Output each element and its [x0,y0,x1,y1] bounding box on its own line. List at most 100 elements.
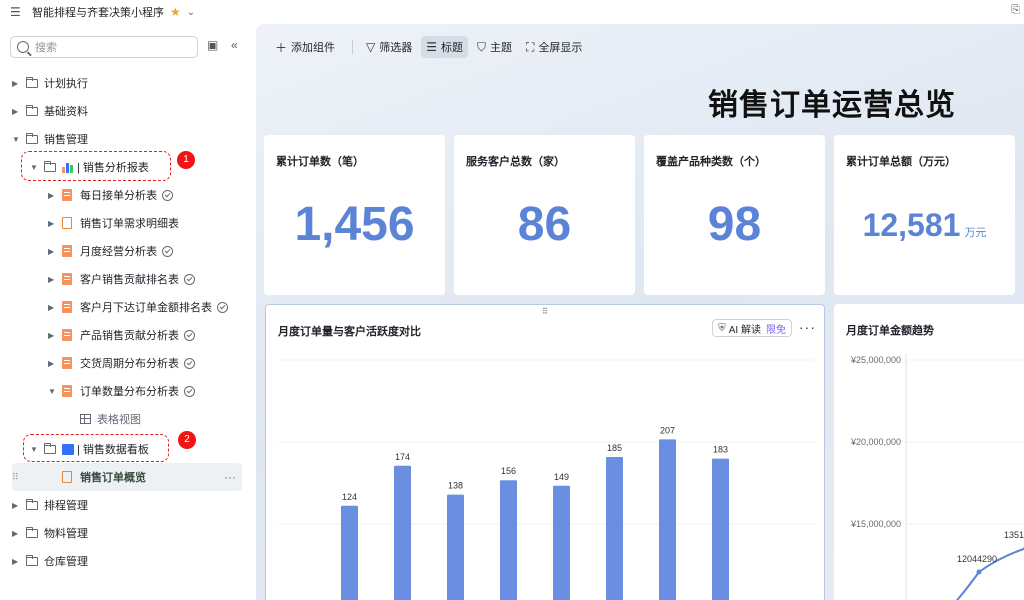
bar[interactable] [394,465,411,600]
expand-arrow-icon[interactable]: ▶ [12,529,26,538]
sync-icon [162,245,173,257]
drag-handle-icon[interactable]: ⠿ [12,472,62,483]
sidebar-item-daily[interactable]: ▶ 每日接单分析表 [48,181,173,209]
report-icon [62,385,72,397]
folder-icon [43,442,56,454]
sidebar-item-product[interactable]: ▶ 产品销售贡献分析表 [48,321,195,349]
sidebar: 搜索 ▣ « ▶ 计划执行 ▶ 基础资料 ▼ 销售管理 1 ▼ | 销售分析报表… [0,24,256,600]
bar[interactable] [553,485,570,600]
search-placeholder: 搜索 [35,42,57,54]
bar-value-label: 124 [342,492,357,502]
bar-value-label: 185 [607,443,622,453]
expand-arrow-icon[interactable]: ▶ [48,219,62,228]
chart-panel-monthly-orders[interactable]: ⠿ 月度订单量与客户活跃度对比 ⛨ AI 解读 限免 ··· 124 174 138 15… [265,304,825,600]
dashboard-title: 销售订单运营总览 [708,89,956,122]
fullscreen-button[interactable]: ⛶ 全屏显示 [521,36,587,58]
folder-icon [25,498,38,510]
point-label: 1351 [1004,530,1024,540]
sidebar-item-basic[interactable]: ▶ 基础资料 [12,97,88,125]
sidebar-item-label: 计划执行 [44,78,88,90]
sidebar-item-warehouse[interactable]: ▶ 仓库管理 [12,547,88,575]
expand-arrow-icon[interactable]: ▶ [12,501,26,510]
bar[interactable] [500,480,517,600]
folder-icon [25,132,38,144]
more-icon[interactable]: ··· [224,470,236,484]
dashboard-canvas: ＋添加组件 ▽ 筛选器 ☰ 标题 ⛉ 主题 ⛶ 全屏显示 销售订单运营总览 累计订单数（… [256,24,1024,600]
sidebar-item-label: 客户销售贡献排名表 [80,274,179,286]
sidebar-item-demand[interactable]: ▶ 销售订单需求明细表 [48,209,179,237]
sync-icon [217,301,228,313]
annotation-badge-1: 1 [177,151,195,169]
bar-chart: 124 174 138 156 149 185 207 183 [278,359,814,600]
kpi-card-products[interactable]: 覆盖产品种类数（个） 98 [644,135,825,295]
table-icon [80,414,91,424]
sidebar-item-customer-rank[interactable]: ▶ 客户销售贡献排名表 [48,265,195,293]
kpi-card-customers[interactable]: 服务客户总数（家） 86 [454,135,635,295]
sidebar-item-sales[interactable]: ▼ 销售管理 [12,125,88,153]
expand-arrow-icon[interactable]: ▶ [48,247,62,256]
clipboard-icon [62,471,72,483]
chevron-down-icon[interactable]: ⌄ [187,7,195,18]
kpi-card-orders[interactable]: 累计订单数（笔） 1,456 [264,135,445,295]
folder-icon [43,160,56,172]
report-icon [62,329,72,341]
fullscreen-label: 全屏显示 [538,42,583,54]
expand-arrow-icon[interactable]: ▶ [48,331,62,340]
collapse-arrow-icon[interactable]: ▼ [12,135,26,144]
sync-icon [162,189,173,201]
sidebar-item-schedule[interactable]: ▶ 排程管理 [12,491,88,519]
filter-button[interactable]: ▽ 筛选器 [361,36,417,58]
double-chevron-left-icon[interactable]: « [231,38,238,52]
expand-arrow-icon[interactable]: ▶ [48,359,62,368]
bar[interactable] [341,505,358,600]
collapse-arrow-icon[interactable]: ▼ [30,163,44,172]
sidebar-item-sales-overview[interactable]: ⠿ 销售订单概览 ··· [12,463,242,491]
bar[interactable] [447,494,464,600]
data-point[interactable] [976,569,982,575]
bar-value-label: 174 [395,452,410,462]
sync-icon [184,273,195,285]
bar[interactable] [606,457,623,600]
sidebar-item-monthly[interactable]: ▶ 月度经营分析表 [48,237,173,265]
sidebar-item-label: | 销售分析报表 [77,162,149,174]
report-icon [62,189,72,201]
sidebar-item-material[interactable]: ▶ 物料管理 [12,519,88,547]
sidebar-item-customer-amount[interactable]: ▶ 客户月下达订单金额排名表 [48,293,228,321]
kpi-label: 服务客户总数（家） [466,156,565,168]
bar[interactable] [659,439,676,600]
collapse-arrow-icon[interactable]: ▼ [30,445,44,454]
sidebar-item-plan[interactable]: ▶ 计划执行 [12,69,88,97]
folder-icon [25,526,38,538]
sidebar-item-label: 销售管理 [44,134,88,146]
window-icon[interactable]: ⎘ [1011,4,1020,17]
annotation-badge-2: 2 [178,431,196,449]
star-icon[interactable]: ★ [170,5,181,19]
bar[interactable] [712,458,729,600]
title-button-label: 标题 [441,42,464,54]
chart-panel-amount-trend[interactable]: 月度订单金额趋势 ¥25,000,000 ¥20,000,000 ¥15,000,0… [834,304,1024,600]
expand-arrow-icon[interactable]: ▶ [48,303,62,312]
sidebar-item-sales-board[interactable]: ▼ | 销售数据看板 [30,435,149,463]
menu-icon[interactable]: ☰ [10,5,24,19]
collapse-arrow-icon[interactable]: ▼ [48,387,62,396]
expand-arrow-icon[interactable]: ▶ [48,191,62,200]
fullscreen-icon: ⛶ [526,39,535,54]
sidebar-item-table-view[interactable]: 表格视图 [80,405,141,433]
sidebar-item-quantity[interactable]: ▼ 订单数量分布分析表 [48,377,195,405]
theme-button[interactable]: ⛉ 主题 [472,36,517,58]
kpi-card-amount[interactable]: 累计订单总额（万元） 12,581 万元 [834,135,1015,295]
add-component-button[interactable]: ＋添加组件 [270,36,340,58]
sidebar-item-sales-report[interactable]: ▼ | 销售分析报表 [30,153,149,181]
expand-arrow-icon[interactable]: ▶ [12,107,26,116]
search-input[interactable]: 搜索 [10,36,198,58]
collapse-panel-icon[interactable]: ▣ [207,38,218,52]
title-button[interactable]: ☰ 标题 [421,36,469,58]
sidebar-item-label: 订单数量分布分析表 [80,386,179,398]
report-icon [62,301,72,313]
expand-arrow-icon[interactable]: ▶ [12,557,26,566]
expand-arrow-icon[interactable]: ▶ [48,275,62,284]
toolbar-divider [352,40,354,54]
folder-icon [25,104,38,116]
expand-arrow-icon[interactable]: ▶ [12,79,26,88]
sidebar-item-delivery[interactable]: ▶ 交货周期分布分析表 [48,349,195,377]
